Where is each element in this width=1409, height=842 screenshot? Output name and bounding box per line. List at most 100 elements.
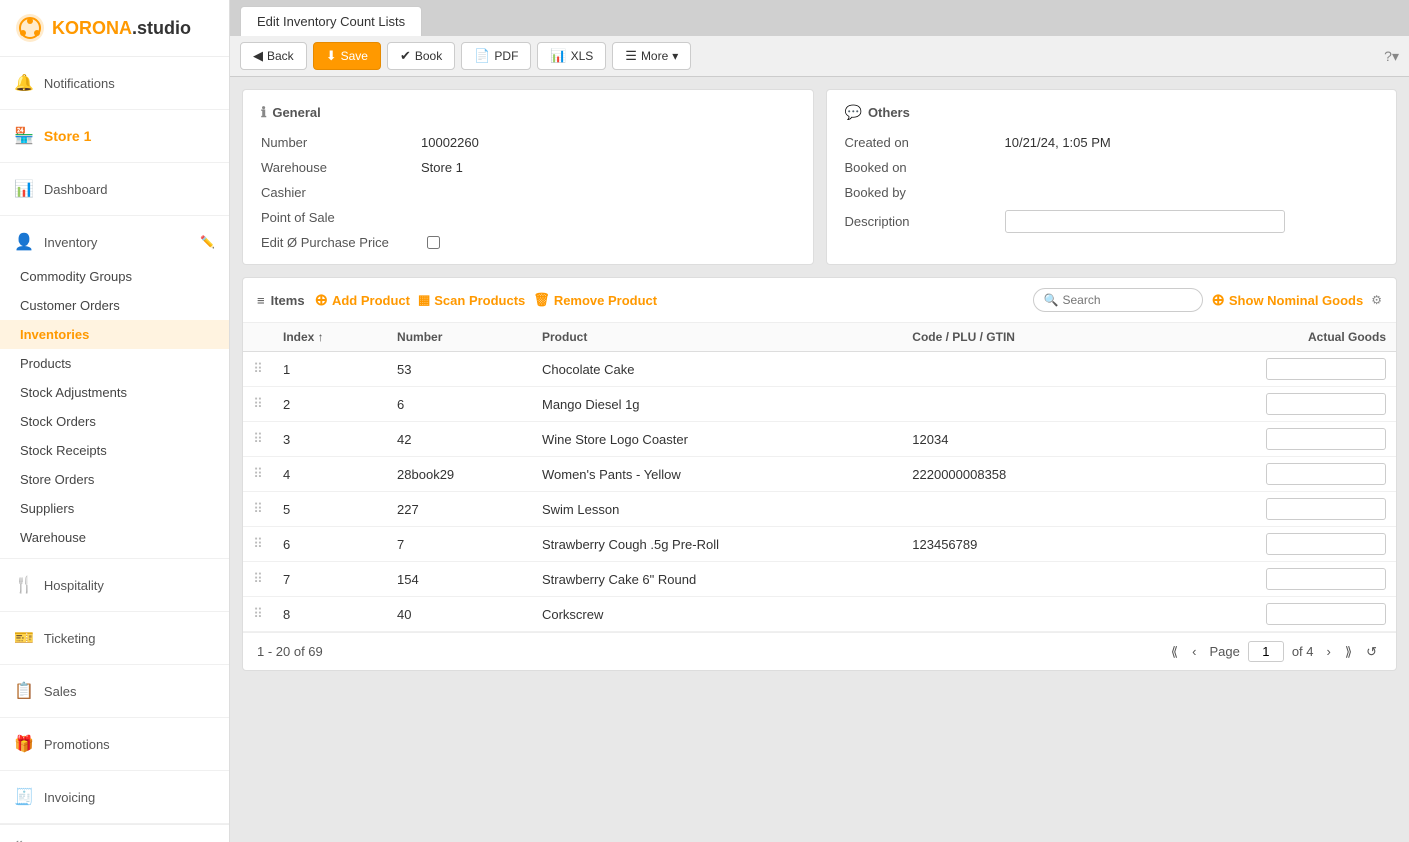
description-input[interactable]: [1005, 210, 1285, 233]
row-code: [902, 492, 1133, 527]
actual-goods-input[interactable]: [1266, 463, 1386, 485]
drag-handle[interactable]: ⠿: [243, 597, 273, 632]
page-total: of 4: [1292, 644, 1314, 659]
content-area: ℹ General Number 10002260 Warehouse Stor…: [230, 77, 1409, 842]
sales-icon: 📋: [14, 681, 34, 701]
sidebar-sales-section: 📋 Sales: [0, 665, 229, 718]
save-button[interactable]: ⬇ Save: [313, 42, 381, 70]
sidebar-sales-label: Sales: [44, 684, 77, 699]
sidebar-item-sales[interactable]: 📋 Sales: [0, 671, 229, 711]
drag-handle[interactable]: ⠿: [243, 387, 273, 422]
sidebar-item-stock-adjustments[interactable]: Stock Adjustments: [0, 378, 229, 407]
pdf-button[interactable]: 📄 PDF: [461, 42, 531, 70]
others-created-value: 10/21/24, 1:05 PM: [1005, 135, 1111, 150]
actual-goods-input[interactable]: [1266, 603, 1386, 625]
more-button[interactable]: ☰ More ▾: [612, 42, 691, 70]
general-card-title: ℹ General: [261, 104, 795, 121]
drag-icon: ⠿: [253, 396, 263, 411]
drag-handle[interactable]: ⠿: [243, 352, 273, 387]
first-page-button[interactable]: ⟪: [1166, 642, 1183, 662]
sidebar-item-notifications[interactable]: 🔔 Notifications: [0, 63, 229, 103]
logo: KORONA.studio: [0, 0, 229, 57]
add-product-button[interactable]: ⊕ Add Product: [315, 290, 410, 310]
actual-goods-input[interactable]: [1266, 393, 1386, 415]
others-description-row: Description: [845, 210, 1379, 233]
sidebar-item-dashboard[interactable]: 📊 Dashboard: [0, 169, 229, 209]
gear-icon[interactable]: ⚙: [1371, 293, 1382, 307]
refresh-button[interactable]: ↺: [1361, 642, 1382, 662]
sidebar-item-store-orders[interactable]: Store Orders: [0, 465, 229, 494]
actual-goods-input[interactable]: [1266, 498, 1386, 520]
row-actual-goods: [1133, 457, 1396, 492]
drag-icon: ⠿: [253, 536, 263, 551]
pagination-summary: 1 - 20 of 69: [257, 644, 323, 659]
xls-button[interactable]: 📊 XLS: [537, 42, 606, 70]
others-card-title: 💬 Others: [845, 104, 1379, 121]
top-cards-row: ℹ General Number 10002260 Warehouse Stor…: [242, 89, 1397, 265]
general-card: ℹ General Number 10002260 Warehouse Stor…: [242, 89, 814, 265]
hospitality-icon: 🍴: [14, 575, 34, 595]
drag-icon: ⠿: [253, 606, 263, 621]
others-card: 💬 Others Created on 10/21/24, 1:05 PM Bo…: [826, 89, 1398, 265]
sidebar-ticketing-label: Ticketing: [44, 631, 96, 646]
sidebar-hospitality-section: 🍴 Hospitality: [0, 559, 229, 612]
sidebar-item-invoicing[interactable]: 🧾 Invoicing: [0, 777, 229, 817]
sidebar: KORONA.studio 🔔 Notifications 🏪 Store 1 …: [0, 0, 230, 842]
book-button[interactable]: ✔ Book: [387, 42, 455, 70]
sidebar-item-ticketing[interactable]: 🎫 Ticketing: [0, 618, 229, 658]
row-index: 6: [273, 527, 387, 562]
drag-handle[interactable]: ⠿: [243, 492, 273, 527]
prev-page-button[interactable]: ‹: [1187, 642, 1201, 661]
sidebar-item-promotions[interactable]: 🎁 Promotions: [0, 724, 229, 764]
row-actual-goods: [1133, 597, 1396, 632]
search-input[interactable]: [1062, 293, 1192, 307]
show-nominal-goods-button[interactable]: ⊕ Show Nominal Goods: [1211, 290, 1363, 310]
back-button[interactable]: ◀ Back: [240, 42, 307, 70]
sidebar-item-commodity-groups[interactable]: Commodity Groups: [0, 262, 229, 291]
scan-products-button[interactable]: ▦ Scan Products: [418, 292, 525, 308]
page-number-input[interactable]: [1248, 641, 1284, 662]
col-index[interactable]: Index ↑: [273, 323, 387, 352]
next-page-button[interactable]: ›: [1322, 642, 1336, 661]
row-number: 6: [387, 387, 532, 422]
sidebar-item-warehouse[interactable]: Warehouse: [0, 523, 229, 552]
actual-goods-input[interactable]: [1266, 533, 1386, 555]
sidebar-item-stock-receipts[interactable]: Stock Receipts: [0, 436, 229, 465]
chevron-down-icon: ▾: [672, 49, 678, 63]
table-row: ⠿ 1 53 Chocolate Cake: [243, 352, 1396, 387]
sidebar-item-inventory[interactable]: 👤 Inventory ✏️: [0, 222, 229, 262]
others-booked-by-label: Booked by: [845, 185, 1005, 200]
sidebar-promotions-section: 🎁 Promotions: [0, 718, 229, 771]
row-code: [902, 352, 1133, 387]
sidebar-store-item[interactable]: 🏪 Store 1: [0, 116, 229, 156]
actual-goods-input[interactable]: [1266, 428, 1386, 450]
edit-purchase-checkbox[interactable]: [427, 236, 440, 249]
sidebar-item-hospitality[interactable]: 🍴 Hospitality: [0, 565, 229, 605]
col-drag: [243, 323, 273, 352]
drag-handle[interactable]: ⠿: [243, 527, 273, 562]
drag-handle[interactable]: ⠿: [243, 422, 273, 457]
remove-product-button[interactable]: 🗑 Remove Product: [533, 292, 657, 308]
sidebar-item-stock-orders[interactable]: Stock Orders: [0, 407, 229, 436]
sidebar-item-suppliers[interactable]: Suppliers: [0, 494, 229, 523]
edit-icon[interactable]: ✏️: [200, 235, 215, 249]
barcode-icon: ▦: [418, 292, 430, 308]
sidebar-dashboard-label: Dashboard: [44, 182, 108, 197]
row-actual-goods: [1133, 422, 1396, 457]
drag-handle[interactable]: ⠿: [243, 562, 273, 597]
sidebar-item-customer-orders[interactable]: Customer Orders: [0, 291, 229, 320]
sidebar-item-inventories[interactable]: Inventories: [0, 320, 229, 349]
drag-handle[interactable]: ⠿: [243, 457, 273, 492]
help-button[interactable]: ?▾: [1384, 48, 1399, 65]
last-page-button[interactable]: ⟫: [1340, 642, 1357, 662]
items-table-body: ⠿ 1 53 Chocolate Cake ⠿ 2 6 Mango Diesel…: [243, 352, 1396, 632]
actual-goods-input[interactable]: [1266, 358, 1386, 380]
sidebar-item-products[interactable]: Products: [0, 349, 229, 378]
toolbar: ◀ Back ⬇ Save ✔ Book 📄 PDF 📊 XLS ☰ More …: [230, 36, 1409, 77]
tab-edit-inventory[interactable]: Edit Inventory Count Lists: [240, 6, 422, 36]
general-pos-row: Point of Sale: [261, 210, 795, 225]
actual-goods-input[interactable]: [1266, 568, 1386, 590]
row-product: Strawberry Cake 6" Round: [532, 562, 902, 597]
ticketing-icon: 🎫: [14, 628, 34, 648]
sidebar-collapse-btn[interactable]: «: [0, 824, 229, 842]
